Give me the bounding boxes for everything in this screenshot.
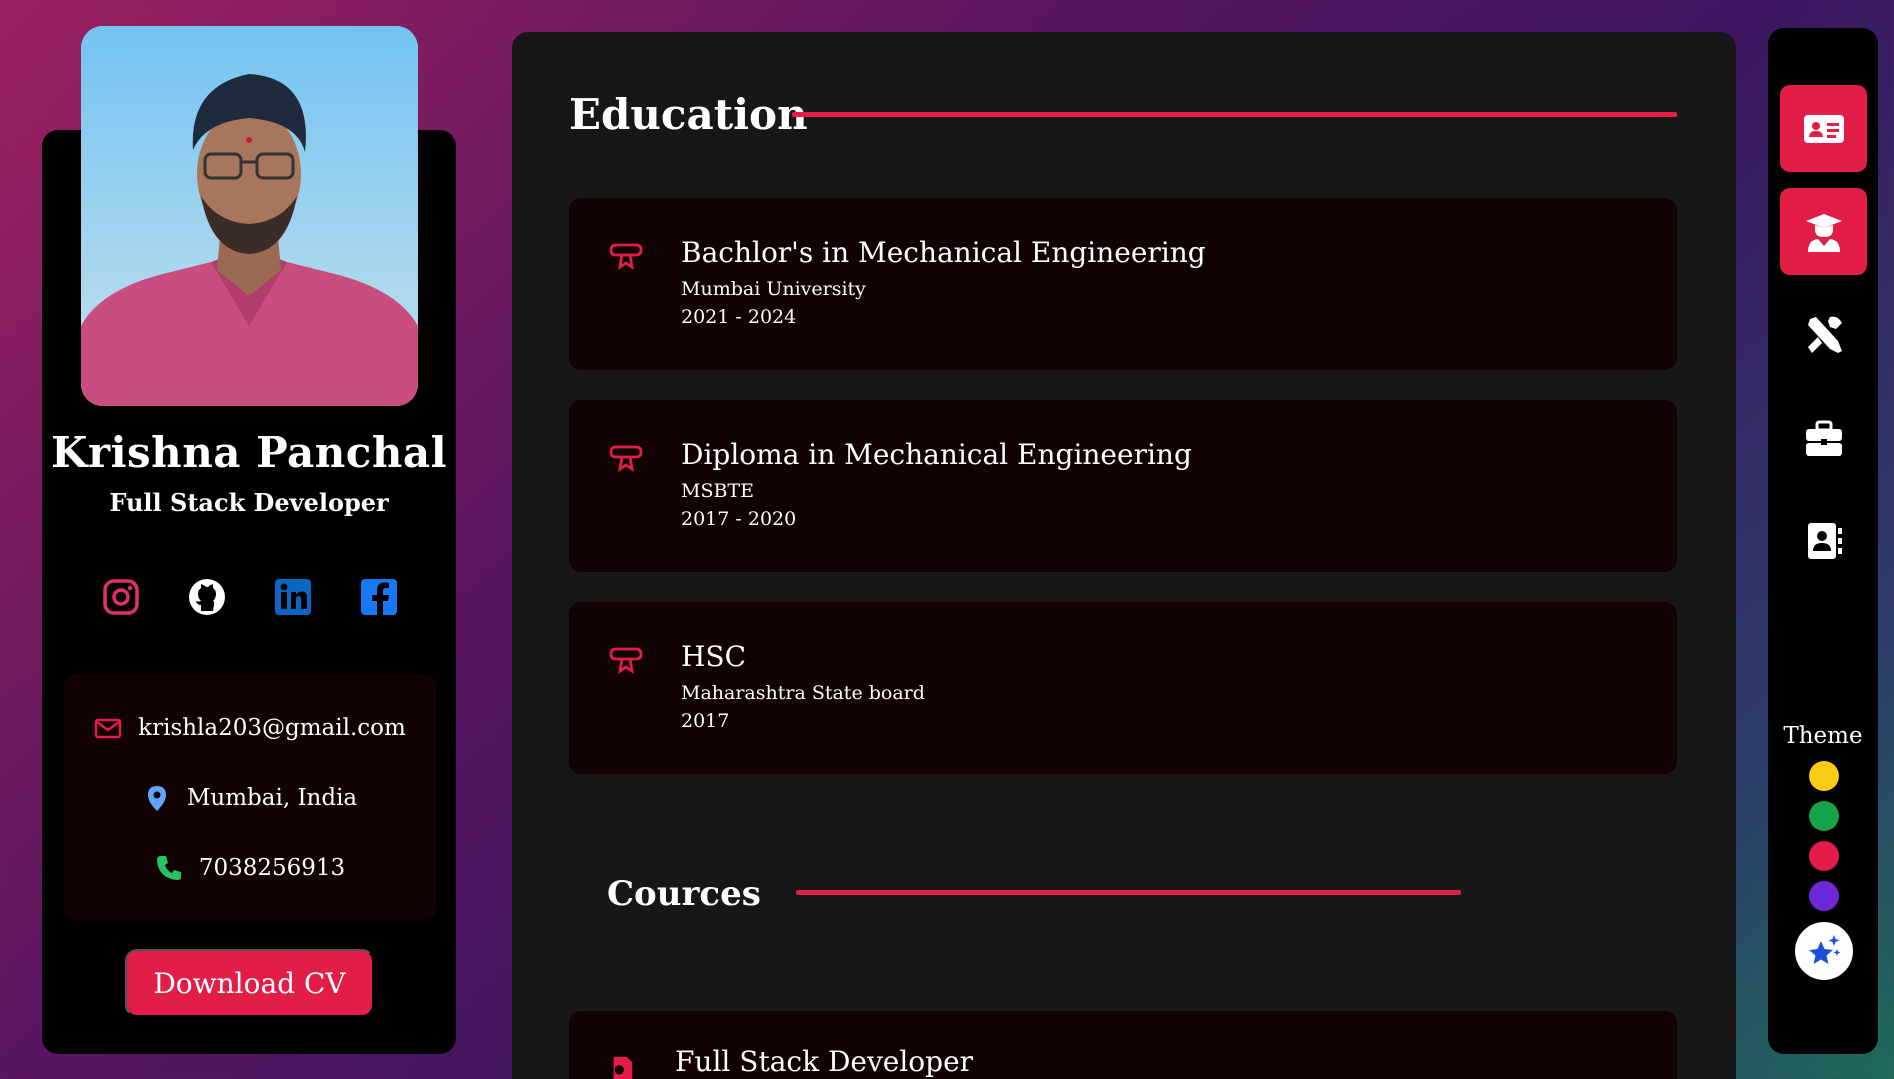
education-years: 2017 - 2020	[681, 508, 797, 530]
github-icon[interactable]	[186, 576, 228, 618]
right-nav: Theme	[1768, 28, 1878, 1054]
instagram-icon[interactable]	[100, 576, 142, 618]
education-degree: HSC	[681, 640, 747, 673]
theme-toggle-button[interactable]	[1795, 922, 1853, 980]
profile-photo	[81, 26, 418, 406]
sparkle-star-icon	[1809, 935, 1841, 964]
education-degree: Diploma in Mechanical Engineering	[681, 438, 1192, 471]
profile-role: Full Stack Developer	[109, 488, 389, 517]
certificate-icon	[613, 1056, 633, 1079]
nav-contact[interactable]	[1780, 497, 1867, 584]
download-cv-button[interactable]: Download CV	[125, 949, 374, 1017]
education-divider	[792, 112, 1677, 117]
email-text: krishla203@gmail.com	[138, 715, 406, 741]
education-institution: Maharashtra State board	[681, 682, 925, 704]
theme-green[interactable]	[1809, 801, 1839, 831]
mail-icon	[94, 718, 122, 739]
education-degree: Bachlor's in Mechanical Engineering	[681, 236, 1206, 269]
nav-about[interactable]	[1780, 85, 1867, 172]
education-institution: Mumbai University	[681, 278, 866, 300]
contact-location: Mumbai, India	[64, 784, 436, 812]
nav-skills[interactable]	[1780, 291, 1867, 378]
address-book-icon	[1807, 522, 1842, 559]
theme-yellow[interactable]	[1809, 761, 1839, 791]
education-card: Diploma in Mechanical Engineering MSBTE …	[569, 400, 1677, 572]
social-links	[100, 576, 400, 620]
location-text: Mumbai, India	[186, 785, 358, 811]
courses-title: Cources	[607, 874, 761, 914]
nav-education[interactable]	[1780, 188, 1867, 275]
education-card: HSC Maharashtra State board 2017	[569, 602, 1677, 774]
tools-icon	[1807, 316, 1842, 353]
linkedin-icon[interactable]	[272, 576, 314, 618]
course-title: Full Stack Developer	[675, 1045, 974, 1078]
theme-purple[interactable]	[1809, 881, 1839, 911]
id-card-icon	[1803, 114, 1844, 143]
contact-box: krishla203@gmail.com Mumbai, India 70382…	[64, 674, 436, 920]
scroll-icon	[609, 445, 643, 472]
profile-name: Krishna Panchal	[50, 428, 448, 477]
facebook-icon[interactable]	[358, 576, 400, 618]
contact-email[interactable]: krishla203@gmail.com	[64, 714, 436, 742]
education-institution: MSBTE	[681, 480, 754, 502]
theme-label: Theme	[1783, 723, 1863, 749]
education-card: Bachlor's in Mechanical Engineering Mumb…	[569, 198, 1677, 370]
main-panel: Education Bachlor's in Mechanical Engine…	[512, 32, 1736, 1079]
education-years: 2021 - 2024	[681, 306, 797, 328]
graduate-icon	[1805, 213, 1842, 252]
scroll-icon	[609, 243, 643, 270]
education-years: 2017	[681, 710, 730, 732]
location-pin-icon	[147, 786, 166, 811]
nav-experience[interactable]	[1780, 394, 1867, 481]
education-title: Education	[569, 90, 808, 139]
scroll-icon	[609, 647, 643, 674]
briefcase-icon	[1805, 420, 1842, 456]
courses-divider	[796, 890, 1461, 895]
contact-phone[interactable]: 7038256913	[64, 854, 436, 882]
phone-icon	[156, 856, 181, 880]
phone-text: 7038256913	[198, 855, 346, 881]
course-card: Full Stack Developer	[569, 1011, 1677, 1079]
theme-red[interactable]	[1809, 841, 1839, 871]
